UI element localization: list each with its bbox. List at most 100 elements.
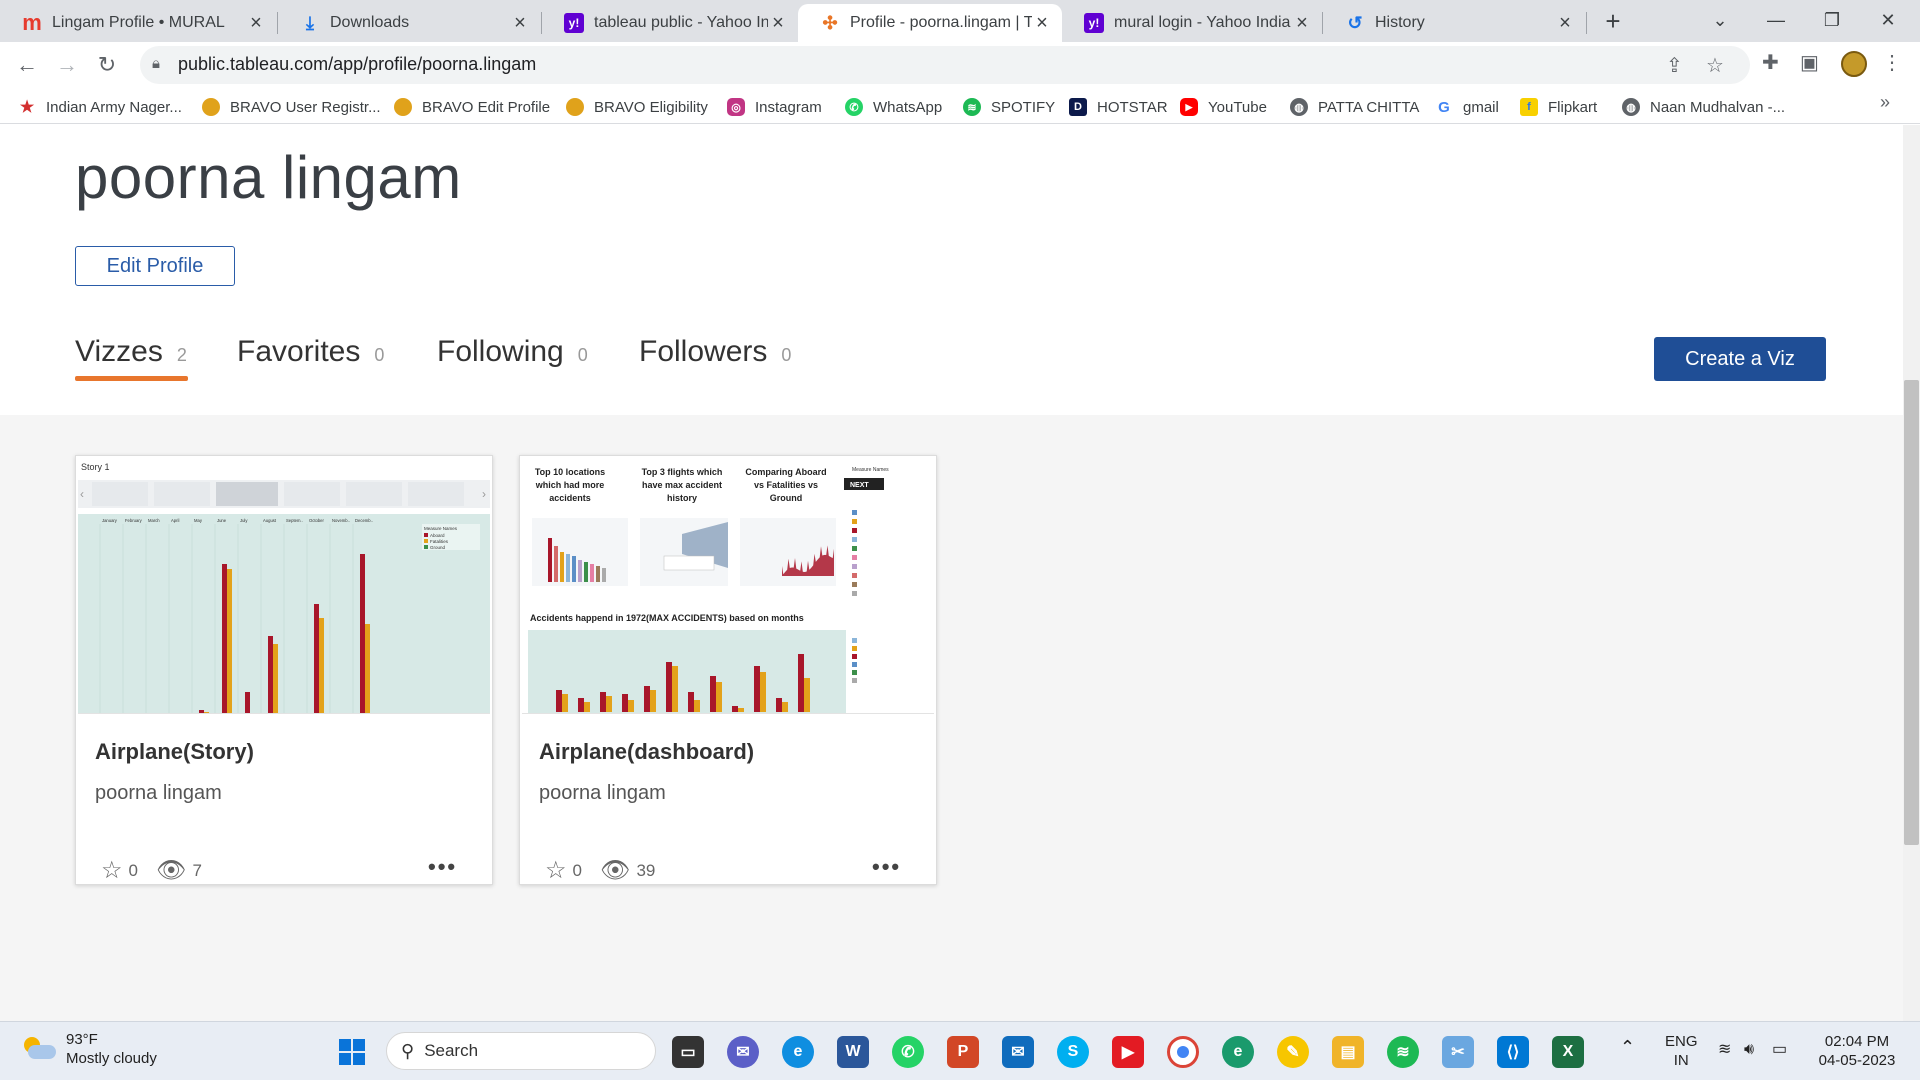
chevron-right-icon[interactable]: »: [1880, 92, 1890, 113]
browser-tab-tableau-profile[interactable]: ✣ Profile - poorna.lingam | Tal ×: [798, 4, 1062, 42]
bookmark-hotstar[interactable]: D HOTSTAR: [1069, 96, 1168, 118]
edge-icon[interactable]: e: [782, 1036, 814, 1068]
reload-icon[interactable]: ↻: [92, 50, 122, 80]
powerpoint-icon[interactable]: P: [947, 1036, 979, 1068]
close-icon[interactable]: ×: [1292, 12, 1312, 35]
chrome-icon[interactable]: [1167, 1036, 1199, 1068]
legend-swatch: [424, 545, 428, 549]
viz-stats: ☆ 0 👁︎ 7: [101, 856, 202, 885]
extensions-icon[interactable]: ✚: [1762, 50, 1779, 75]
bookmark-label: Flipkart: [1548, 98, 1598, 116]
excel-icon[interactable]: X: [1552, 1036, 1584, 1068]
chevron-up-icon[interactable]: ⌃: [1620, 1038, 1635, 1057]
viz-card[interactable]: Top 10 locations which had more accident…: [519, 455, 937, 885]
scrollbar-thumb[interactable]: [1904, 380, 1919, 845]
spotify-icon[interactable]: ≋: [1387, 1036, 1419, 1068]
minimize-icon[interactable]: —: [1748, 0, 1804, 40]
edge-dev-icon[interactable]: e: [1222, 1036, 1254, 1068]
edit-profile-button[interactable]: Edit Profile: [75, 246, 235, 286]
bookmark-indian-army[interactable]: ★ Indian Army Nager...: [18, 96, 182, 118]
more-options-button[interactable]: •••: [872, 854, 901, 880]
more-options-button[interactable]: •••: [428, 854, 457, 880]
weather-widget[interactable]: 93°F Mostly cloudy: [22, 1030, 157, 1068]
forward-icon[interactable]: →: [52, 50, 82, 80]
star-icon[interactable]: ☆: [101, 856, 123, 885]
vscode-icon[interactable]: ⟨⟩: [1497, 1036, 1529, 1068]
browser-tab-downloads[interactable]: ⤓ Downloads ×: [278, 4, 540, 42]
tab-following[interactable]: Following 0: [437, 335, 588, 369]
close-icon[interactable]: ×: [1032, 12, 1052, 35]
address-bar[interactable]: 🔒︎ public.tableau.com/app/profile/poorna…: [140, 46, 1750, 84]
taskbar-search[interactable]: ⚲ Search: [386, 1032, 656, 1070]
star-icon[interactable]: ☆: [545, 856, 567, 885]
window-close-icon[interactable]: ✕: [1860, 0, 1916, 40]
browser-toolbar: ← → ↻ 🔒︎ public.tableau.com/app/profile/…: [0, 42, 1920, 88]
bookmark-bravo-registration[interactable]: BRAVO User Registr...: [202, 96, 381, 118]
word-icon[interactable]: W: [837, 1036, 869, 1068]
viz-card[interactable]: Story 1 ‹ › January February March April May…: [75, 455, 493, 885]
lock-icon[interactable]: 🔒︎: [152, 55, 160, 72]
side-panel-icon[interactable]: ▣: [1800, 50, 1819, 75]
bookmark-spotify[interactable]: ≋ SPOTIFY: [963, 96, 1055, 118]
weather-description: Mostly cloudy: [66, 1050, 157, 1067]
viz-author[interactable]: poorna lingam: [95, 782, 222, 805]
mail-icon[interactable]: ✉: [1002, 1036, 1034, 1068]
close-icon[interactable]: ×: [1555, 12, 1575, 35]
bookmark-bravo-edit[interactable]: BRAVO Edit Profile: [394, 96, 550, 118]
battery-icon[interactable]: ▭: [1772, 1040, 1787, 1059]
whatsapp-icon[interactable]: ✆: [892, 1036, 924, 1068]
media-player-icon[interactable]: ▶: [1112, 1036, 1144, 1068]
bookmark-gmail[interactable]: Ggmail: [1435, 96, 1499, 118]
browser-tab-yahoo-tableau[interactable]: y! tableau public - Yahoo India ×: [542, 4, 798, 42]
bookmark-patta-chitta[interactable]: ◍ PATTA CHITTA: [1290, 96, 1419, 118]
skype-icon[interactable]: S: [1057, 1036, 1089, 1068]
tab-followers[interactable]: Followers 0: [639, 335, 791, 369]
task-view-icon[interactable]: ▭: [672, 1036, 704, 1068]
month-label: October: [309, 518, 325, 523]
teams-chat-icon[interactable]: ✉: [727, 1036, 759, 1068]
spotify-icon: ≋: [963, 98, 981, 116]
story-thumbnail-graphic: Story 1 ‹ › January February March April May…: [78, 462, 490, 713]
tab-favorites[interactable]: Favorites 0: [237, 335, 384, 369]
pen-app-icon[interactable]: ✎: [1277, 1036, 1309, 1068]
clock[interactable]: 02:04 PM 04-05-2023: [1812, 1032, 1902, 1070]
month-label: Decemb..: [355, 518, 373, 523]
close-icon[interactable]: ×: [768, 12, 788, 35]
tab-search-icon[interactable]: ⌄: [1692, 0, 1748, 40]
volume-icon[interactable]: 🔊︎: [1744, 1040, 1754, 1059]
bookmark-whatsapp[interactable]: ✆ WhatsApp: [845, 96, 942, 118]
bookmark-star-icon[interactable]: ☆: [1706, 53, 1724, 78]
viz-author[interactable]: poorna lingam: [539, 782, 666, 805]
avatar[interactable]: [1841, 51, 1867, 77]
file-explorer-icon[interactable]: ▤: [1332, 1036, 1364, 1068]
wifi-icon[interactable]: ≋: [1718, 1040, 1731, 1059]
create-viz-button[interactable]: Create a Viz: [1654, 337, 1826, 381]
back-icon[interactable]: ←: [12, 50, 42, 80]
tab-vizzes[interactable]: Vizzes 2: [75, 335, 187, 369]
history-icon: ↺: [1347, 12, 1363, 33]
browser-tab-yahoo-mural[interactable]: y! mural login - Yahoo India S ×: [1062, 4, 1322, 42]
restore-icon[interactable]: ❐: [1804, 0, 1860, 40]
dashboard-heading-2: Top 3 flights which have max accident hi…: [642, 467, 723, 503]
location-bar: [578, 560, 582, 582]
viz-thumbnail-dashboard[interactable]: Top 10 locations which had more accident…: [522, 458, 934, 714]
bookmark-flipkart[interactable]: f Flipkart: [1520, 96, 1597, 118]
close-icon[interactable]: ×: [510, 12, 530, 35]
windows-start-icon[interactable]: [336, 1036, 368, 1068]
menu-kebab-icon[interactable]: ⋮: [1882, 50, 1902, 75]
share-icon[interactable]: ⇪: [1666, 53, 1683, 78]
viz-thumbnail-story[interactable]: Story 1 ‹ › January February March April May…: [78, 458, 490, 714]
bookmark-instagram[interactable]: ◎ Instagram: [727, 96, 822, 118]
viz-title[interactable]: Airplane(dashboard): [539, 739, 754, 765]
close-icon[interactable]: ×: [246, 12, 266, 35]
viz-title[interactable]: Airplane(Story): [95, 739, 254, 765]
language-indicator[interactable]: ENG IN: [1665, 1032, 1698, 1070]
snipping-tool-icon[interactable]: ✂: [1442, 1036, 1474, 1068]
bookmark-naan-mudhalvan[interactable]: ◍ Naan Mudhalvan -...: [1622, 96, 1785, 118]
browser-tab-history[interactable]: ↺ History ×: [1323, 4, 1585, 42]
month-label: January: [102, 518, 118, 523]
new-tab-button[interactable]: +: [1598, 6, 1628, 36]
bookmark-youtube[interactable]: ▶ YouTube: [1180, 96, 1267, 118]
bookmark-bravo-eligibility[interactable]: BRAVO Eligibility: [566, 96, 708, 118]
browser-tab-mural[interactable]: m Lingam Profile • MURAL ×: [0, 4, 276, 42]
